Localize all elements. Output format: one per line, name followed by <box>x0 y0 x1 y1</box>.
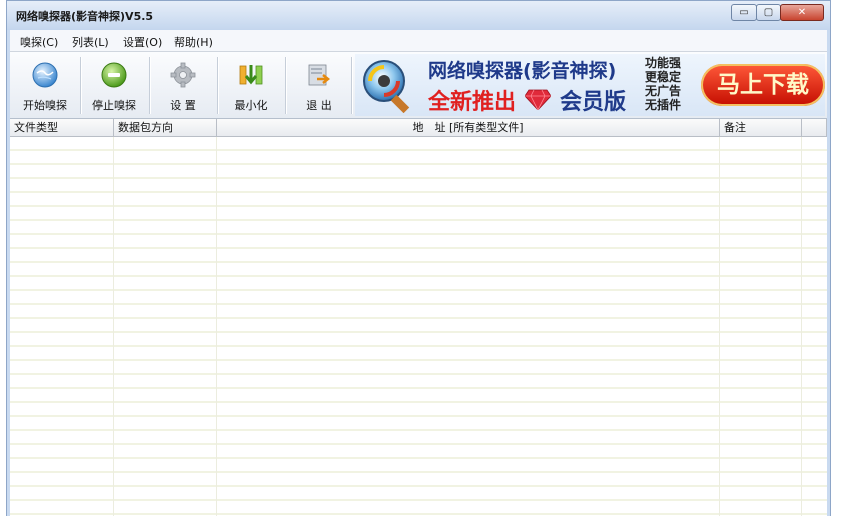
toolbar-separator <box>149 57 151 114</box>
banner-subtitle-member: 会员版 <box>560 90 627 115</box>
toolbar-separator <box>285 57 287 114</box>
banner-features: 功能强 更稳定 无广告 无插件 <box>645 56 697 112</box>
menu-help[interactable]: 帮助(H) <box>174 34 213 50</box>
settings-label: 设 置 <box>170 99 196 112</box>
start-sniff-button[interactable]: 开始嗅探 <box>12 55 78 115</box>
banner-subtitle-new: 全新推出 <box>428 90 517 115</box>
title-bar[interactable]: 网络嗅探器(影音神探)V5.5 ▭ ▢ ✕ <box>7 1 830 30</box>
minimize-arrow-icon <box>239 65 263 85</box>
menu-settings[interactable]: 设置(O) <box>123 34 162 50</box>
exit-button[interactable]: 退 出 <box>288 55 350 115</box>
window-title: 网络嗅探器(影音神探)V5.5 <box>16 10 154 23</box>
column-divider <box>113 137 114 516</box>
column-header-file-type[interactable]: 文件类型 <box>10 119 114 136</box>
toolbar: 开始嗅探 停止嗅探 设 置 最小化 退 出 网络嗅探器(影音神探) 全新推出 会… <box>10 52 827 119</box>
column-header-address[interactable]: 地 址 [所有类型文件] <box>217 119 720 136</box>
diamond-icon <box>525 89 551 110</box>
table-body[interactable] <box>10 137 827 516</box>
column-divider <box>719 137 720 516</box>
menu-sniff[interactable]: 嗅探(C) <box>20 34 58 50</box>
close-window-button[interactable]: ✕ <box>780 4 824 21</box>
banner-feature: 无广告 <box>645 84 682 98</box>
stop-sniff-label: 停止嗅探 <box>92 99 136 112</box>
banner-feature: 功能强 <box>645 56 682 70</box>
column-header-extra <box>802 119 827 136</box>
settings-button[interactable]: 设 置 <box>152 55 214 115</box>
column-header-direction[interactable]: 数据包方向 <box>114 119 217 136</box>
globe-icon <box>32 62 58 88</box>
toolbar-separator <box>351 57 353 114</box>
stop-icon <box>101 62 127 88</box>
banner-title: 网络嗅探器(影音神探) <box>428 60 617 82</box>
minimize-window-button[interactable]: ▭ <box>731 4 757 21</box>
maximize-window-button[interactable]: ▢ <box>756 4 781 21</box>
menu-bar: 嗅探(C) 列表(L) 设置(O) 帮助(H) <box>10 30 827 52</box>
column-divider <box>216 137 217 516</box>
minimize-label: 最小化 <box>234 99 268 112</box>
table-header: 文件类型 数据包方向 地 址 [所有类型文件] 备注 <box>10 119 827 137</box>
main-window: 网络嗅探器(影音神探)V5.5 ▭ ▢ ✕ 嗅探(C) 列表(L) 设置(O) … <box>6 0 831 516</box>
gear-icon <box>170 62 196 88</box>
exit-label: 退 出 <box>306 99 332 112</box>
start-sniff-label: 开始嗅探 <box>23 99 67 112</box>
menu-list[interactable]: 列表(L) <box>72 34 109 50</box>
toolbar-separator <box>80 57 82 114</box>
results-table: 文件类型 数据包方向 地 址 [所有类型文件] 备注 <box>10 119 827 516</box>
magnifier-disc-icon <box>363 60 410 113</box>
banner-feature: 无插件 <box>645 98 682 112</box>
stop-sniff-button[interactable]: 停止嗅探 <box>83 55 145 115</box>
promo-banner[interactable]: 网络嗅探器(影音神探) 全新推出 会员版 功能强 更稳定 无广告 无插件 马上下… <box>355 54 825 116</box>
banner-feature: 更稳定 <box>645 70 682 84</box>
minimize-to-tray-button[interactable]: 最小化 <box>220 55 282 115</box>
download-now-button[interactable]: 马上下载 <box>701 64 825 106</box>
exit-icon <box>308 64 331 86</box>
column-header-note[interactable]: 备注 <box>720 119 802 136</box>
column-divider <box>801 137 802 516</box>
toolbar-separator <box>217 57 219 114</box>
